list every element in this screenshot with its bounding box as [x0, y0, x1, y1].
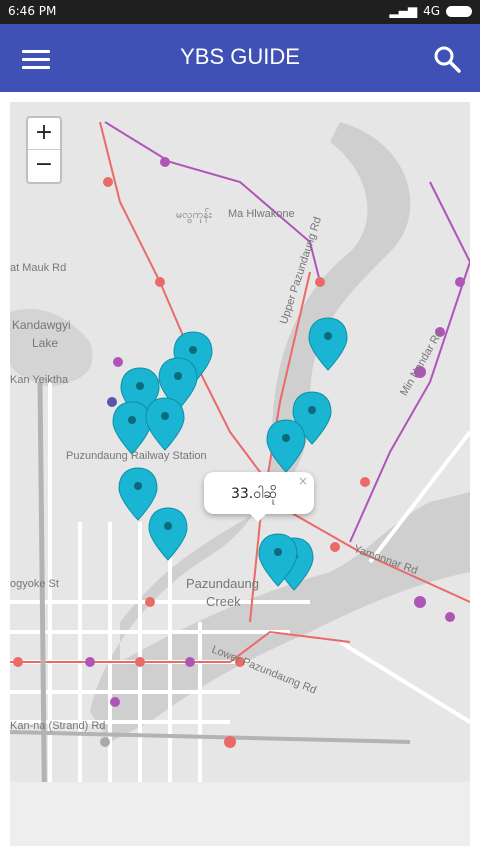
status-bar: 6:46 PM ▂▄▆ 4G	[0, 0, 480, 24]
map-marker-icon[interactable]	[148, 507, 188, 561]
popup-text: 33.ဝါဆို	[230, 486, 278, 502]
map-empty-area	[10, 782, 470, 846]
app-bar: YBS GUIDE	[0, 24, 480, 92]
map-marker-icon[interactable]	[308, 317, 348, 371]
label-ma-hlwakone: Ma Hlwakone	[228, 208, 295, 220]
popup-tip	[248, 512, 268, 522]
map-frame: မလွကုန်း Ma Hlwakone at Mauk Rd Kandawgy…	[0, 92, 480, 854]
zoom-control: + −	[26, 116, 62, 184]
zoom-out-button[interactable]: −	[28, 150, 60, 182]
map-marker-icon[interactable]	[145, 397, 185, 451]
label-kandawgyi: Kandawgyi	[12, 318, 71, 332]
status-time: 6:46 PM	[8, 4, 57, 18]
battery-icon	[446, 5, 472, 17]
label-pazundaung: Pazundaung	[186, 576, 260, 591]
label-ma-hlwakone-local: မလွကုန်း	[176, 209, 212, 221]
label-bogyoke: ogyoke St	[10, 578, 59, 590]
map-marker-icon[interactable]	[118, 467, 158, 521]
label-kan-yeiktha: Kan Yeiktha	[10, 374, 69, 386]
search-icon[interactable]	[432, 44, 462, 74]
app-title: YBS GUIDE	[180, 44, 300, 69]
network-label: 4G	[423, 4, 440, 18]
label-mauk-rd: at Mauk Rd	[10, 262, 67, 274]
status-icons: ▂▄▆ 4G	[389, 4, 472, 18]
signal-icon: ▂▄▆	[389, 4, 418, 18]
map-view[interactable]: မလွကုန်း Ma Hlwakone at Mauk Rd Kandawgy…	[10, 102, 470, 846]
zoom-in-button[interactable]: +	[28, 118, 60, 150]
label-creek: Creek	[206, 594, 241, 609]
close-icon[interactable]: ×	[298, 474, 308, 488]
label-lake: Lake	[32, 336, 59, 350]
label-kanna: Kan-na (Strand) Rd	[10, 720, 106, 732]
map-marker-icon[interactable]	[112, 401, 152, 455]
label-pazundaung-station: Puzundaung Railway Station	[66, 450, 207, 462]
marker-popup: 33.ဝါဆို ×	[204, 472, 314, 522]
